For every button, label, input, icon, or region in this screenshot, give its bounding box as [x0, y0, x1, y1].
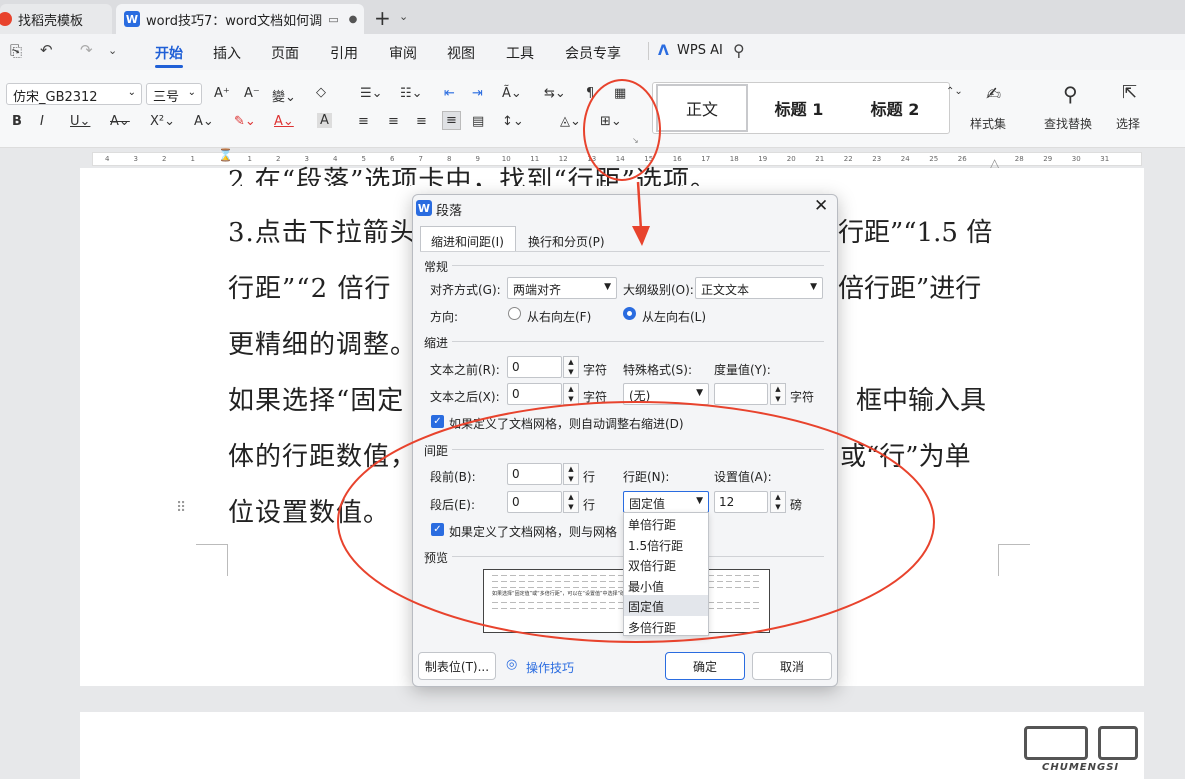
- watermark-logo: CHUMENGSI: [1016, 726, 1146, 776]
- annotation-layer: [337, 79, 935, 643]
- watermark-brand: CHUMENGSI: [1042, 762, 1120, 773]
- annotation-arrowhead: [632, 226, 650, 246]
- annotation-circle-spacing: [337, 401, 935, 643]
- logo-mark: [1024, 726, 1088, 760]
- annotation-circle-borders: [583, 79, 661, 181]
- logo-mark: [1098, 726, 1138, 760]
- annotation-arrow-line: [636, 181, 643, 231]
